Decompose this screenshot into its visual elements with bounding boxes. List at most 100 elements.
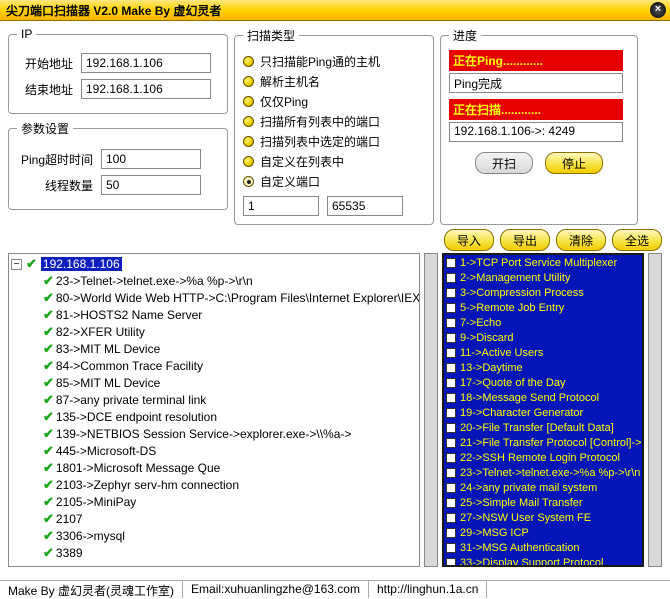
checkbox-icon[interactable] xyxy=(446,273,456,283)
checkbox-icon[interactable] xyxy=(446,423,456,433)
service-item[interactable]: 27->NSW User System FE xyxy=(444,510,642,525)
service-item[interactable]: 13->Daytime xyxy=(444,360,642,375)
root-ip[interactable]: 192.168.1.106 xyxy=(41,257,122,271)
scantype-option[interactable]: 仅仅Ping xyxy=(243,93,425,110)
checkbox-icon[interactable] xyxy=(446,363,456,373)
checkbox-icon[interactable] xyxy=(446,543,456,553)
service-item[interactable]: 19->Character Generator xyxy=(444,405,642,420)
checkbox-icon[interactable] xyxy=(446,498,456,508)
timeout-input[interactable] xyxy=(101,149,201,169)
service-item[interactable]: 33->Display Support Protocol xyxy=(444,555,642,567)
threads-input[interactable] xyxy=(101,175,201,195)
scantype-option[interactable]: 自定义端口 xyxy=(243,173,425,190)
service-item[interactable]: 25->Simple Mail Transfer xyxy=(444,495,642,510)
scantype-option[interactable]: 只扫描能Ping通的主机 xyxy=(243,53,425,70)
collapse-icon[interactable]: − xyxy=(11,259,22,270)
tree-item[interactable]: ✔3306->mysql xyxy=(41,527,417,544)
service-text: 19->Character Generator xyxy=(460,407,583,419)
tree-item[interactable]: ✔1801->Microsoft Message Que xyxy=(41,459,417,476)
scantype-option[interactable]: 扫描所有列表中的端口 xyxy=(243,113,425,130)
checkbox-icon[interactable] xyxy=(446,258,456,268)
tree-item[interactable]: ✔2103->Zephyr serv-hm connection xyxy=(41,476,417,493)
service-item[interactable]: 22->SSH Remote Login Protocol xyxy=(444,450,642,465)
checkbox-icon[interactable] xyxy=(446,438,456,448)
close-icon[interactable]: × xyxy=(650,2,666,18)
start-button[interactable]: 开扫 xyxy=(475,152,533,174)
checkbox-icon[interactable] xyxy=(446,483,456,493)
port-to-input[interactable] xyxy=(327,196,403,216)
option-label: 自定义在列表中 xyxy=(260,153,344,170)
param-legend: 参数设置 xyxy=(17,120,73,137)
tree-item[interactable]: ✔84->Common Trace Facility xyxy=(41,357,417,374)
service-scrollbar[interactable] xyxy=(648,253,662,567)
tree-item[interactable]: ✔87->any private terminal link xyxy=(41,391,417,408)
checkbox-icon[interactable] xyxy=(446,348,456,358)
export-button[interactable]: 导出 xyxy=(500,229,550,251)
service-item[interactable]: 5->Remote Job Entry xyxy=(444,300,642,315)
service-item[interactable]: 21->File Transfer Protocol [Control]->-> xyxy=(444,435,642,450)
scantype-option[interactable]: 扫描列表中选定的端口 xyxy=(243,133,425,150)
service-item[interactable]: 9->Discard xyxy=(444,330,642,345)
result-tree[interactable]: − ✔ 192.168.1.106 ✔23->Telnet->telnet.ex… xyxy=(8,253,420,567)
selectall-button[interactable]: 全选 xyxy=(612,229,662,251)
scantype-option[interactable]: 解析主机名 xyxy=(243,73,425,90)
port-from-input[interactable] xyxy=(243,196,319,216)
tree-item[interactable]: ✔81->HOSTS2 Name Server xyxy=(41,306,417,323)
checkbox-icon[interactable] xyxy=(446,468,456,478)
checkbox-icon[interactable] xyxy=(446,303,456,313)
service-text: 5->Remote Job Entry xyxy=(460,302,564,314)
checkbox-icon[interactable] xyxy=(446,528,456,538)
scantype-group: 扫描类型 只扫描能Ping通的主机解析主机名仅仅Ping扫描所有列表中的端口扫描… xyxy=(234,27,434,225)
tree-item[interactable]: ✔82->XFER Utility xyxy=(41,323,417,340)
tree-item[interactable]: ✔2105->MiniPay xyxy=(41,493,417,510)
checkbox-icon[interactable] xyxy=(446,378,456,388)
service-item[interactable]: 24->any private mail system xyxy=(444,480,642,495)
checkbox-icon[interactable] xyxy=(446,288,456,298)
service-list[interactable]: 1->TCP Port Service Multiplexer2->Manage… xyxy=(442,253,644,567)
tree-item[interactable]: ✔80->World Wide Web HTTP->C:\Program Fil… xyxy=(41,289,417,306)
service-item[interactable]: 17->Quote of the Day xyxy=(444,375,642,390)
checkbox-icon[interactable] xyxy=(446,333,456,343)
stop-button[interactable]: 停止 xyxy=(545,152,603,174)
service-item[interactable]: 1->TCP Port Service Multiplexer xyxy=(444,255,642,270)
tree-root[interactable]: − ✔ 192.168.1.106 xyxy=(11,256,417,272)
tree-item[interactable]: ✔135->DCE endpoint resolution xyxy=(41,408,417,425)
checkbox-icon[interactable] xyxy=(446,453,456,463)
clear-button[interactable]: 清除 xyxy=(556,229,606,251)
radio-icon xyxy=(243,96,254,107)
check-icon: ✔ xyxy=(43,528,54,544)
progress-legend: 进度 xyxy=(449,27,481,44)
tree-item[interactable]: ✔139->NETBIOS Session Service->explorer.… xyxy=(41,425,417,442)
checkbox-icon[interactable] xyxy=(446,318,456,328)
tree-item[interactable]: ✔85->MIT ML Device xyxy=(41,374,417,391)
tree-item[interactable]: ✔23->Telnet->telnet.exe->%a %p->\r\n xyxy=(41,272,417,289)
service-item[interactable]: 2->Management Utility xyxy=(444,270,642,285)
checkbox-icon[interactable] xyxy=(446,558,456,568)
service-item[interactable]: 11->Active Users xyxy=(444,345,642,360)
tree-item[interactable]: ✔445->Microsoft-DS xyxy=(41,442,417,459)
checkbox-icon[interactable] xyxy=(446,393,456,403)
tree-item[interactable]: ✔83->MIT ML Device xyxy=(41,340,417,357)
item-text: 82->XFER Utility xyxy=(56,325,145,339)
check-icon: ✔ xyxy=(43,477,54,493)
service-item[interactable]: 20->File Transfer [Default Data] xyxy=(444,420,642,435)
status-bar: Make By 虚幻灵者(灵魂工作室) Email:xuhuanlingzhe@… xyxy=(0,580,670,598)
checkbox-icon[interactable] xyxy=(446,408,456,418)
service-item[interactable]: 23->Telnet->telnet.exe->%a %p->\r\n xyxy=(444,465,642,480)
service-item[interactable]: 7->Echo xyxy=(444,315,642,330)
service-text: 17->Quote of the Day xyxy=(460,377,565,389)
tree-item[interactable]: ✔3389 xyxy=(41,544,417,561)
tree-item[interactable]: ✔2107 xyxy=(41,510,417,527)
timeout-label: Ping超时时间 xyxy=(17,151,93,168)
service-item[interactable]: 18->Message Send Protocol xyxy=(444,390,642,405)
import-button[interactable]: 导入 xyxy=(444,229,494,251)
scantype-option[interactable]: 自定义在列表中 xyxy=(243,153,425,170)
service-item[interactable]: 3->Compression Process xyxy=(444,285,642,300)
start-ip-input[interactable] xyxy=(81,53,211,73)
service-text: 31->MSG Authentication xyxy=(460,542,580,554)
service-item[interactable]: 31->MSG Authentication xyxy=(444,540,642,555)
checkbox-icon[interactable] xyxy=(446,513,456,523)
service-item[interactable]: 29->MSG ICP xyxy=(444,525,642,540)
tree-scrollbar[interactable] xyxy=(424,253,438,567)
end-ip-input[interactable] xyxy=(81,79,211,99)
